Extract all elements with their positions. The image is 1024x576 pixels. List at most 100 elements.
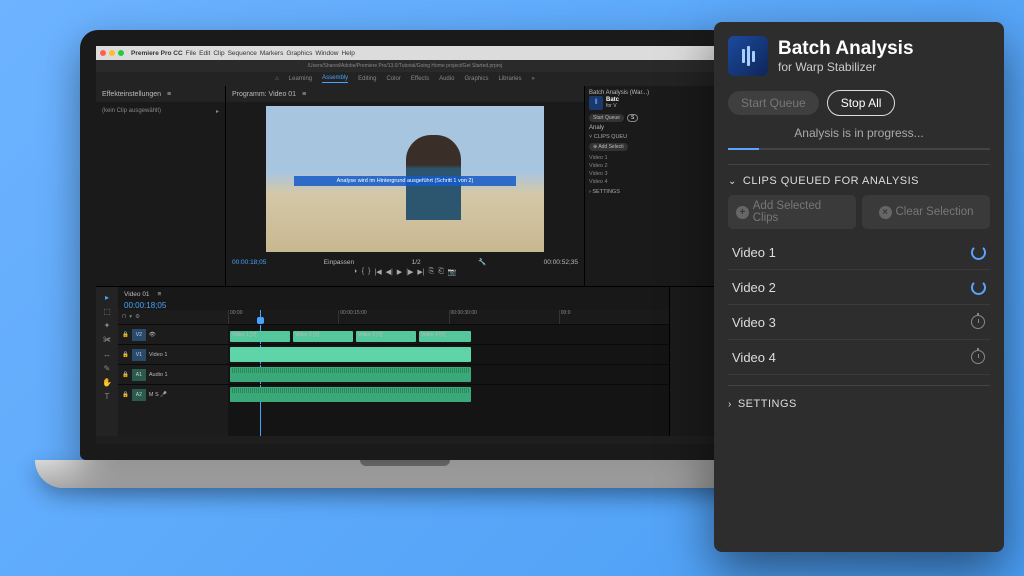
type-tool-icon[interactable]: T xyxy=(105,392,110,401)
aux-section-header[interactable]: CLIPS QUEU xyxy=(594,134,627,140)
timeline-tracks[interactable]: 00:0000:00:15:0000:00:30:0000:0 Video 1 … xyxy=(228,310,669,436)
mark-out-icon[interactable]: { xyxy=(362,268,364,276)
workspace-tabs[interactable]: ⌂ Learning Assembly Editing Color Effect… xyxy=(96,72,714,86)
ws-assembly[interactable]: Assembly xyxy=(322,75,348,83)
ripple-tool-icon[interactable]: ✦ xyxy=(104,321,111,330)
wrench-icon[interactable]: 🔧 xyxy=(478,258,486,266)
transport-controls[interactable]: ◗ { } |◀ ◀| ▶ |▶ ▶| ⎘ ⎗ 📷 xyxy=(232,268,578,276)
program-viewer[interactable]: Analyse wird im Hintergrund ausgeführt (… xyxy=(266,106,544,252)
queue-clip-item[interactable]: Video 4 xyxy=(728,340,990,375)
track-v2-label[interactable]: V2 xyxy=(132,329,146,341)
track-a1-label[interactable]: A1 xyxy=(132,369,146,381)
aux-clip-item[interactable]: Video 1 xyxy=(589,154,710,162)
clip-v2[interactable]: Video 4 [V] xyxy=(419,331,471,342)
lock-icon[interactable]: 🔒 xyxy=(122,372,129,378)
play-icon[interactable]: ▶ xyxy=(397,268,402,276)
snap-icon[interactable]: ⊓ xyxy=(122,314,126,320)
queue-clip-item[interactable]: Video 2 xyxy=(728,270,990,305)
window-traffic-lights[interactable] xyxy=(100,50,124,56)
panel-menu-icon[interactable]: ≡ xyxy=(167,91,171,98)
menu-file[interactable]: File xyxy=(186,50,196,57)
program-title: Programm: Video 01 xyxy=(232,91,296,98)
clip-v2[interactable]: Video 1 [V] xyxy=(230,331,290,342)
x-circle-icon: × xyxy=(879,206,892,219)
overflow-icon[interactable]: » xyxy=(531,76,534,82)
aux-settings-header[interactable]: SETTINGS xyxy=(592,189,620,195)
clip-v2[interactable]: Video 2 [V] xyxy=(293,331,353,342)
lock-icon[interactable]: 🔒 xyxy=(122,352,129,358)
clip-name: Video 4 xyxy=(732,350,776,365)
export-frame-icon[interactable]: 📷 xyxy=(448,268,457,276)
time-ruler[interactable]: 00:0000:00:15:0000:00:30:0000:0 xyxy=(228,310,669,324)
zoom-fit-dropdown[interactable]: Einpassen xyxy=(324,259,354,266)
go-out-icon[interactable]: ▶| xyxy=(417,268,424,276)
track-select-tool-icon[interactable]: ⬚ xyxy=(103,307,111,316)
timeline-toolbar[interactable]: ▸ ⬚ ✦ ✀ ↔ ✎ ✋ T xyxy=(96,287,118,436)
plus-circle-icon: + xyxy=(736,206,749,219)
lock-icon[interactable]: 🔒 xyxy=(122,332,129,338)
queue-clip-item[interactable]: Video 1 xyxy=(728,235,990,270)
panel-menu-icon[interactable]: ≡ xyxy=(158,291,162,298)
timeline-panel: ▸ ⬚ ✦ ✀ ↔ ✎ ✋ T Video 01 ≡ 00:00:18;05 xyxy=(96,286,714,436)
hand-tool-icon[interactable]: ✋ xyxy=(102,378,112,387)
menu-clip[interactable]: Clip xyxy=(213,50,224,57)
clip-a1[interactable] xyxy=(230,367,471,382)
menu-help[interactable]: Help xyxy=(341,50,354,57)
ws-graphics[interactable]: Graphics xyxy=(464,76,488,82)
step-fwd-icon[interactable]: |▶ xyxy=(406,268,413,276)
macos-menubar[interactable]: Premiere Pro CC File Edit Clip Sequence … xyxy=(96,46,714,60)
menu-window[interactable]: Window xyxy=(315,50,338,57)
premiere-screen: Premiere Pro CC File Edit Clip Sequence … xyxy=(96,46,714,444)
ws-color[interactable]: Color xyxy=(387,76,401,82)
menu-graphics[interactable]: Graphics xyxy=(286,50,312,57)
ws-libraries[interactable]: Libraries xyxy=(498,76,521,82)
clip-v2[interactable]: Video 3 [V] xyxy=(356,331,416,342)
queue-clip-item[interactable]: Video 3 xyxy=(728,305,990,340)
ws-editing[interactable]: Editing xyxy=(358,76,376,82)
home-icon[interactable]: ⌂ xyxy=(275,76,279,82)
track-a2-label[interactable]: A2 xyxy=(132,389,146,401)
aux-start-button[interactable]: Start Queue xyxy=(589,114,624,122)
aux-clip-item[interactable]: Video 4 xyxy=(589,178,710,186)
menu-edit[interactable]: Edit xyxy=(199,50,210,57)
slip-tool-icon[interactable]: ↔ xyxy=(103,350,111,359)
effects-panel-title: Effekteinstellungen xyxy=(102,91,161,98)
analysis-status-text: Analysis is in progress... xyxy=(728,126,990,140)
menu-sequence[interactable]: Sequence xyxy=(228,50,257,57)
spinner-icon xyxy=(970,279,986,295)
lift-icon[interactable]: ⎘ xyxy=(429,268,435,276)
menu-markers[interactable]: Markers xyxy=(260,50,283,57)
ws-effects[interactable]: Effects xyxy=(411,76,429,82)
ws-audio[interactable]: Audio xyxy=(439,76,454,82)
extract-icon[interactable]: ⎗ xyxy=(438,268,444,276)
timeline-tc[interactable]: 00:00:18;05 xyxy=(124,301,166,310)
display-mode[interactable]: 1/2 xyxy=(412,259,421,266)
settings-icon[interactable]: ⚙ xyxy=(135,314,140,320)
clip-a2[interactable] xyxy=(230,387,471,402)
settings-section-header[interactable]: › SETTINGS xyxy=(728,398,990,410)
sequence-tab[interactable]: Video 01 xyxy=(124,291,150,298)
ws-learning[interactable]: Learning xyxy=(289,76,312,82)
track-v1-label[interactable]: V1 xyxy=(132,349,146,361)
mark-out-icon[interactable]: } xyxy=(368,268,370,276)
stop-all-button[interactable]: Stop All xyxy=(827,90,896,116)
lock-icon[interactable]: 🔒 xyxy=(122,392,129,398)
pen-tool-icon[interactable]: ✎ xyxy=(104,364,111,373)
panel-menu-icon[interactable]: ≡ xyxy=(302,91,306,98)
panel-subtitle: for Warp Stabilizer xyxy=(778,60,914,74)
mark-in-icon[interactable]: ◗ xyxy=(353,268,357,276)
selection-tool-icon[interactable]: ▸ xyxy=(105,293,109,302)
aux-clip-item[interactable]: Video 2 xyxy=(589,162,710,170)
aux-clip-item[interactable]: Video 3 xyxy=(589,170,710,178)
clip-v1[interactable] xyxy=(230,347,471,362)
chevron-right-icon[interactable]: ▸ xyxy=(216,108,219,115)
razor-tool-icon[interactable]: ✀ xyxy=(103,335,111,345)
aux-add-button[interactable]: ⊕ Add Selecti xyxy=(589,143,628,151)
aux-stop-button[interactable]: S xyxy=(627,114,638,122)
eye-icon[interactable]: 👁 xyxy=(149,332,156,338)
queue-section-header[interactable]: ⌄ CLIPS QUEUED FOR ANALYSIS xyxy=(728,175,990,187)
step-back-icon[interactable]: ◀| xyxy=(386,268,393,276)
go-in-icon[interactable]: |◀ xyxy=(374,268,381,276)
program-tc-current[interactable]: 00:00:18;05 xyxy=(232,259,266,266)
marker-icon[interactable]: ▾ xyxy=(129,314,132,320)
